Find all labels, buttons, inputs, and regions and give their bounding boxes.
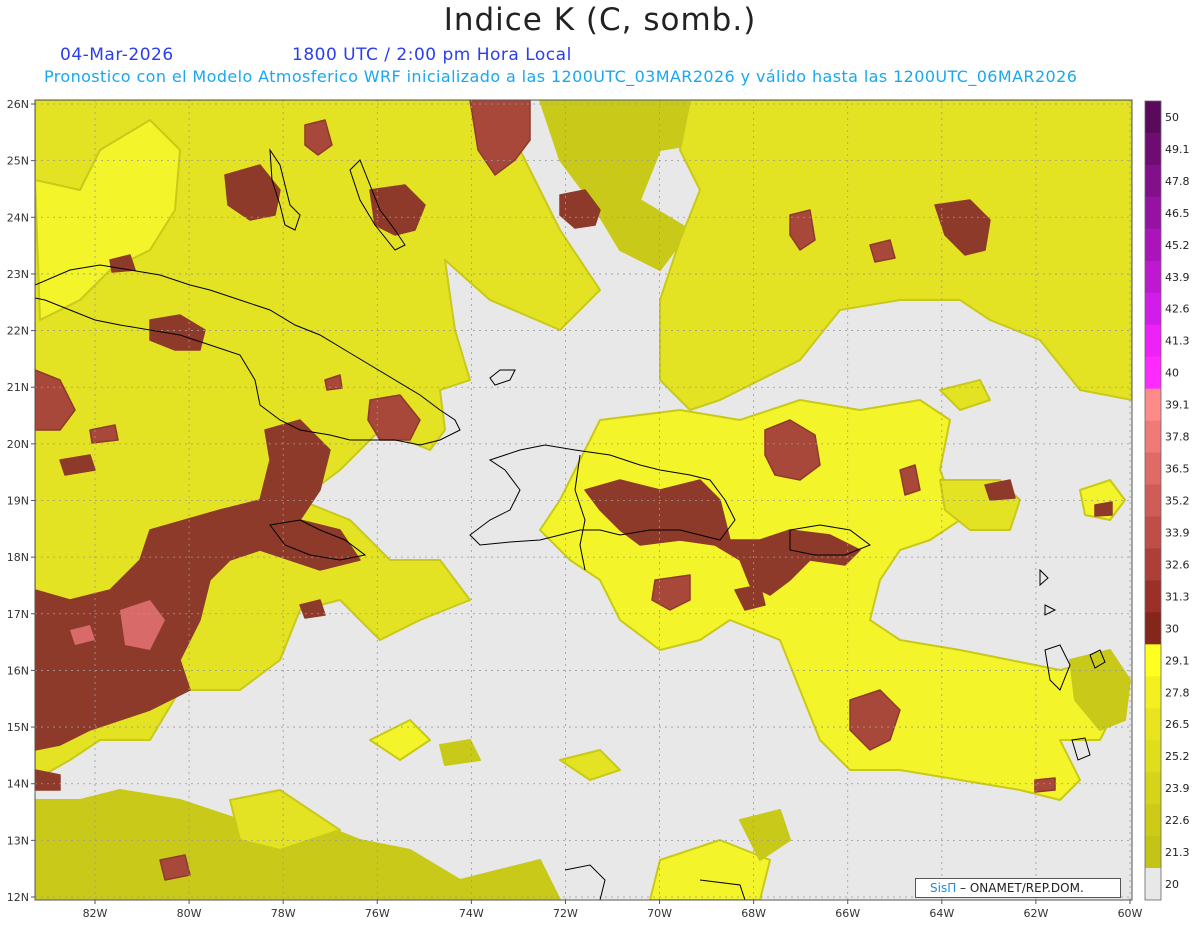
colorbar-label: 27.8 [1165, 686, 1190, 699]
colorbar-swatch [1145, 292, 1161, 326]
lon-tick-label: 76W [365, 907, 390, 920]
colorbar-swatch [1145, 868, 1161, 901]
colorbar-swatch [1145, 132, 1161, 166]
colorbar-swatch [1145, 356, 1161, 390]
colorbar-label: 49.1 [1165, 143, 1190, 156]
lat-tick-label: 19N [7, 495, 29, 508]
lat-tick-label: 13N [7, 834, 29, 847]
colorbar-swatch [1145, 612, 1161, 645]
lat-tick-label: 24N [7, 211, 29, 224]
colorbar-swatch [1145, 420, 1161, 454]
lat-tick-label: 26N [7, 98, 29, 111]
lat-tick-label: 23N [7, 268, 29, 281]
lon-tick-label: 68W [741, 907, 766, 920]
lon-tick-label: 64W [929, 907, 954, 920]
colorbar-label: 47.8 [1165, 175, 1190, 188]
colorbar-label: 20 [1165, 878, 1179, 891]
colorbar-swatch [1145, 548, 1161, 581]
lon-tick-label: 82W [83, 907, 108, 920]
lat-tick-label: 20N [7, 438, 29, 451]
latitude-axis: 26N 25N 24N 23N 22N 21N 20N 19N 18N 17N 16N 15N 14N 1… [7, 98, 35, 904]
colorbar-label: 32.6 [1165, 558, 1190, 571]
lon-tick-label: 62W [1023, 907, 1048, 920]
colorbar-label: 29.1 [1165, 654, 1190, 667]
colorbar-swatch [1145, 260, 1161, 294]
credit-box: SisΠ – ONAMET/REP.DOM. [915, 878, 1121, 898]
colorbar-label: 25.2 [1165, 750, 1190, 763]
colorbar-label: 37.8 [1165, 431, 1190, 444]
colorbar-label: 39.1 [1165, 399, 1190, 412]
colorbar-swatch [1145, 676, 1161, 709]
brown-region [869, 239, 896, 263]
colorbar-swatch [1145, 324, 1161, 358]
colorbar-swatch [1145, 452, 1161, 486]
colorbar-label: 43.9 [1165, 271, 1190, 284]
lon-tick-label: 78W [271, 907, 296, 920]
lat-tick-label: 14N [7, 778, 29, 791]
colorbar-label: 45.2 [1165, 239, 1190, 252]
colorbar-swatch [1145, 836, 1161, 869]
colorbar-label: 40 [1165, 367, 1179, 380]
colorbar-label: 50 [1165, 111, 1179, 124]
lat-tick-label: 21N [7, 381, 29, 394]
lat-tick-label: 17N [7, 608, 29, 621]
colorbar-label: 26.5 [1165, 718, 1190, 731]
colorbar-swatch [1145, 772, 1161, 805]
colorbar-swatch [1145, 804, 1161, 837]
colorbar-label: 35.2 [1165, 495, 1190, 508]
lon-tick-label: 80W [177, 907, 202, 920]
lat-tick-label: 12N [7, 891, 29, 904]
colorbar-label: 21.3 [1165, 846, 1190, 859]
lat-tick-label: 25N [7, 155, 29, 168]
colorbar-swatch [1145, 164, 1161, 198]
colorbar-swatch [1145, 516, 1161, 549]
colorbar-swatch [1145, 740, 1161, 773]
colorbar-label: 22.6 [1165, 814, 1190, 827]
credit-brand: SisΠ [930, 881, 957, 895]
colorbar-swatch [1145, 101, 1161, 134]
colorbar-swatch [1145, 196, 1161, 230]
colorbar-label: 46.5 [1165, 207, 1190, 220]
colorbar-swatch [1145, 228, 1161, 262]
lon-tick-label: 66W [835, 907, 860, 920]
lat-tick-label: 18N [7, 551, 29, 564]
colorbar-label: 23.9 [1165, 782, 1190, 795]
lat-tick-label: 15N [7, 721, 29, 734]
brown-region [1094, 501, 1113, 517]
lon-tick-label: 70W [647, 907, 672, 920]
lon-tick-label: 60W [1118, 907, 1143, 920]
colorbar-swatch [1145, 484, 1161, 517]
colorbar-label: 30 [1165, 622, 1179, 635]
lat-tick-label: 16N [7, 664, 29, 677]
brown-region [159, 854, 191, 881]
colorbar-label: 33.9 [1165, 526, 1190, 539]
brown-region [1034, 777, 1056, 793]
lat-tick-label: 22N [7, 325, 29, 338]
colorbar-label: 31.3 [1165, 590, 1190, 603]
map-figure: 26N 25N 24N 23N 22N 21N 20N 19N 18N 17N 16N 15N 14N 1… [7, 98, 1190, 920]
colorbar-swatch [1145, 708, 1161, 741]
colorbar-swatch [1145, 580, 1161, 613]
colorbar-label: 36.5 [1165, 463, 1190, 476]
lon-tick-label: 72W [553, 907, 578, 920]
colorbar-label: 41.3 [1165, 335, 1190, 348]
colorbar-swatch [1145, 388, 1161, 422]
colorbar-swatch [1145, 644, 1161, 677]
longitude-axis: 82W 80W 78W 76W 74W 72W 70W 68W 66W 64W 62W 60W [83, 900, 1143, 920]
colorbar-label: 42.6 [1165, 303, 1190, 316]
colorbar: 50 49.1 47.8 46.5 45.2 43.9 42.6 41.3 40 39.1 37.8… [1144, 100, 1190, 901]
credit-text: – ONAMET/REP.DOM. [956, 881, 1084, 895]
lon-tick-label: 74W [459, 907, 484, 920]
